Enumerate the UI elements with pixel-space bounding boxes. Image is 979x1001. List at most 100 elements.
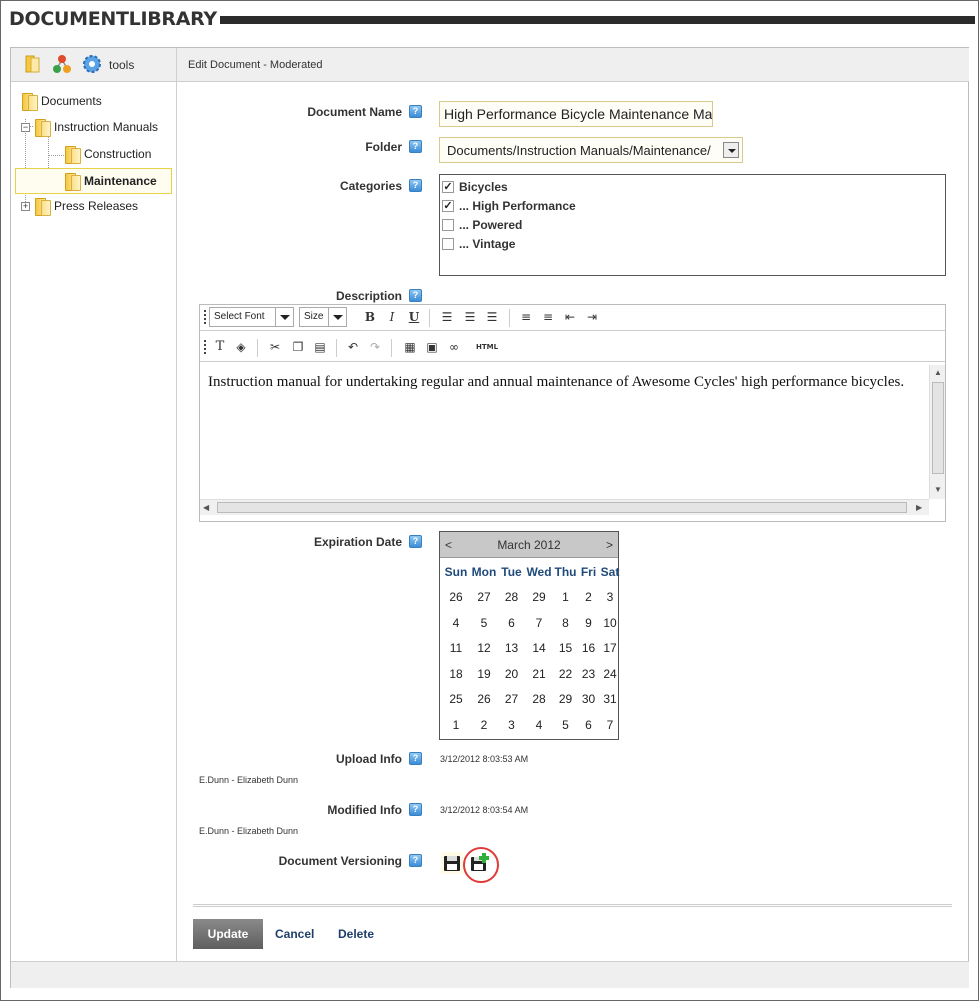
help-icon[interactable]: ?: [409, 140, 422, 153]
folder-icon[interactable]: [23, 54, 43, 74]
category-checkbox[interactable]: [442, 238, 454, 250]
editor-content[interactable]: Instruction manual for undertaking regul…: [200, 365, 929, 499]
editor-vertical-scrollbar[interactable]: ▲ ▼: [929, 365, 945, 499]
category-checkbox[interactable]: ✓: [442, 200, 454, 212]
categories-icon[interactable]: [52, 54, 72, 74]
document-name-input[interactable]: High Performance Bicycle Maintenance Man: [439, 101, 713, 127]
help-icon[interactable]: ?: [409, 289, 422, 302]
category-item[interactable]: ... Powered: [442, 218, 522, 232]
calendar-day[interactable]: 30: [578, 687, 599, 713]
collapse-icon[interactable]: −: [21, 122, 30, 132]
help-icon[interactable]: ?: [409, 752, 422, 765]
calendar-day[interactable]: 12: [470, 636, 498, 662]
calendar-day[interactable]: 6: [498, 611, 525, 637]
cut-icon[interactable]: ✂: [266, 338, 284, 356]
tree-item-instruction-manuals[interactable]: − Instruction Manuals: [21, 118, 158, 137]
calendar-day[interactable]: 22: [553, 662, 578, 688]
calendar-day[interactable]: 2: [470, 713, 498, 739]
calendar-day[interactable]: 23: [578, 662, 599, 688]
calendar-day[interactable]: 19: [470, 662, 498, 688]
calendar-day[interactable]: 20: [498, 662, 525, 688]
calendar-day[interactable]: 16: [578, 636, 599, 662]
calendar-day[interactable]: 26: [470, 687, 498, 713]
redo-icon[interactable]: ↷: [366, 338, 384, 356]
indent-icon[interactable]: ⇥: [583, 308, 601, 326]
calendar-day[interactable]: 21: [525, 662, 553, 688]
folder-select[interactable]: Documents/Instruction Manuals/Maintenanc…: [439, 137, 743, 163]
highlight-icon[interactable]: ◈: [232, 338, 250, 356]
image-icon[interactable]: ▣: [423, 338, 441, 356]
scroll-thumb[interactable]: [217, 502, 907, 513]
calendar-day[interactable]: 26: [442, 585, 470, 611]
html-mode-button[interactable]: HTML: [475, 338, 499, 356]
calendar-day[interactable]: 11: [442, 636, 470, 662]
numbered-list-icon[interactable]: ≡: [539, 308, 557, 326]
calendar-day[interactable]: 9: [578, 611, 599, 637]
tree-root-documents[interactable]: Documents: [21, 92, 102, 111]
calendar-day[interactable]: 17: [599, 636, 621, 662]
help-icon[interactable]: ?: [409, 179, 422, 192]
calendar-day[interactable]: 3: [498, 713, 525, 739]
calendar-day[interactable]: 1: [553, 585, 578, 611]
calendar-day[interactable]: 27: [470, 585, 498, 611]
bold-button[interactable]: B: [361, 308, 379, 326]
help-icon[interactable]: ?: [409, 854, 422, 867]
calendar-day[interactable]: 4: [442, 611, 470, 637]
update-button[interactable]: Update: [193, 919, 263, 949]
calendar-next-button[interactable]: >: [606, 538, 613, 552]
link-icon[interactable]: ∞: [445, 338, 463, 356]
category-item[interactable]: ... Vintage: [442, 237, 515, 251]
category-item[interactable]: ✓ ... High Performance: [442, 199, 576, 213]
toolbar-grip[interactable]: [204, 310, 206, 324]
chevron-down-icon[interactable]: [723, 142, 739, 158]
calendar-day[interactable]: 14: [525, 636, 553, 662]
category-item[interactable]: ✓ Bicycles: [442, 180, 508, 194]
calendar-day[interactable]: 18: [442, 662, 470, 688]
calendar-day[interactable]: 6: [578, 713, 599, 739]
calendar-day[interactable]: 29: [525, 585, 553, 611]
size-select[interactable]: Size: [299, 307, 347, 327]
toolbar-grip[interactable]: [204, 340, 206, 354]
scroll-left-icon[interactable]: ◀: [203, 503, 209, 512]
table-icon[interactable]: ▦: [401, 338, 419, 356]
calendar-day[interactable]: 2: [578, 585, 599, 611]
align-center-icon[interactable]: ☰: [461, 308, 479, 326]
calendar-day[interactable]: 3: [599, 585, 621, 611]
calendar-day[interactable]: 13: [498, 636, 525, 662]
scroll-up-icon[interactable]: ▲: [934, 368, 942, 377]
help-icon[interactable]: ?: [409, 105, 422, 118]
calendar-day[interactable]: 7: [525, 611, 553, 637]
category-checkbox[interactable]: [442, 219, 454, 231]
paste-icon[interactable]: ▤: [311, 338, 329, 356]
copy-icon[interactable]: ❐: [289, 338, 307, 356]
tools-label[interactable]: tools: [109, 58, 134, 72]
cancel-button[interactable]: Cancel: [275, 927, 314, 941]
scroll-thumb[interactable]: [932, 382, 944, 474]
calendar-day[interactable]: 27: [498, 687, 525, 713]
help-icon[interactable]: ?: [409, 803, 422, 816]
calendar-day[interactable]: 7: [599, 713, 621, 739]
tree-item-maintenance[interactable]: Maintenance: [15, 168, 172, 194]
font-select[interactable]: Select Font: [209, 307, 294, 327]
text-color-icon[interactable]: T: [211, 338, 229, 356]
delete-button[interactable]: Delete: [338, 927, 374, 941]
calendar-day[interactable]: 28: [498, 585, 525, 611]
underline-button[interactable]: U: [405, 308, 423, 326]
calendar-day[interactable]: 31: [599, 687, 621, 713]
category-checkbox[interactable]: ✓: [442, 181, 454, 193]
calendar-day[interactable]: 25: [442, 687, 470, 713]
help-icon[interactable]: ?: [409, 535, 422, 548]
calendar-day[interactable]: 8: [553, 611, 578, 637]
calendar-day[interactable]: 4: [525, 713, 553, 739]
calendar-day[interactable]: 5: [553, 713, 578, 739]
calendar-day[interactable]: 15: [553, 636, 578, 662]
tree-item-press-releases[interactable]: + Press Releases: [21, 197, 138, 216]
calendar-day[interactable]: 29: [553, 687, 578, 713]
calendar-day[interactable]: 5: [470, 611, 498, 637]
outdent-icon[interactable]: ⇤: [561, 308, 579, 326]
scroll-down-icon[interactable]: ▼: [934, 485, 942, 494]
editor-horizontal-scrollbar[interactable]: ◀ ▶: [200, 499, 929, 515]
scroll-right-icon[interactable]: ▶: [916, 503, 922, 512]
italic-button[interactable]: I: [383, 308, 401, 326]
calendar-day[interactable]: 24: [599, 662, 621, 688]
